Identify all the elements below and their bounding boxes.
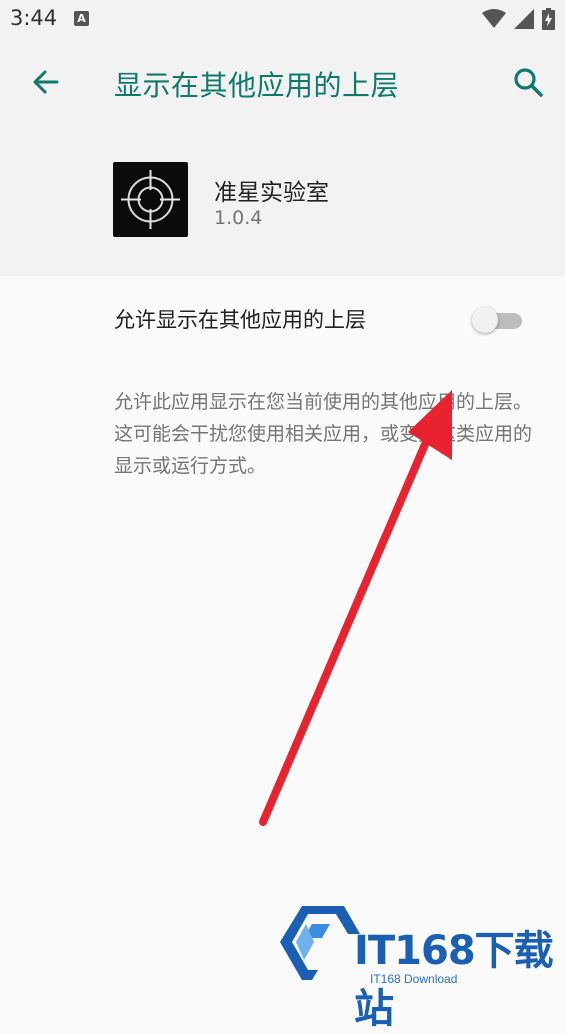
back-button[interactable] <box>26 62 66 102</box>
crosshair-icon <box>121 170 180 229</box>
toggle-thumb <box>472 307 498 333</box>
signal-icon <box>514 9 534 29</box>
page-title: 显示在其他应用的上层 <box>114 69 400 102</box>
overlay-permission-row[interactable]: 允许显示在其他应用的上层 <box>0 276 565 364</box>
notification-icon: A <box>74 11 89 26</box>
status-time: 3:44 <box>10 6 58 30</box>
status-bar: 3:44 A <box>0 0 565 38</box>
battery-icon <box>542 8 555 30</box>
watermark-logo: IT168下载站 IT168 Download <box>278 900 558 1032</box>
permission-description: 允许此应用显示在您当前使用的其他应用的上层。这可能会干扰您使用相关应用，或变更这… <box>114 391 533 477</box>
app-name: 准星实验室 <box>214 180 329 206</box>
app-icon <box>113 162 188 237</box>
system-icons <box>482 8 555 30</box>
search-icon <box>514 68 543 97</box>
arrow-left-icon <box>33 70 59 94</box>
wifi-icon <box>482 9 506 28</box>
overlay-permission-label: 允许显示在其他应用的上层 <box>114 308 366 332</box>
search-button[interactable] <box>508 62 548 102</box>
watermark-subtitle: IT168 Download <box>370 972 458 986</box>
app-version: 1.0.4 <box>214 207 263 229</box>
overlay-permission-toggle[interactable] <box>472 306 524 334</box>
app-header: 显示在其他应用的上层 准星实验室 1.0.4 <box>0 38 565 276</box>
